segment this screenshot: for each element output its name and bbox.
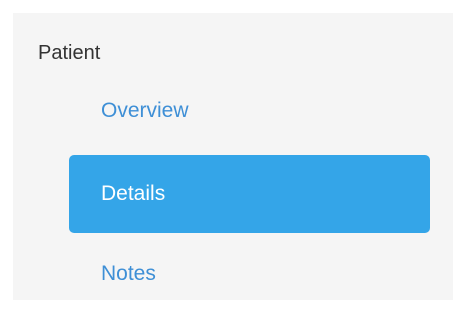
sidebar-nav: Patient Overview Details Notes (13, 13, 453, 300)
nav-item-notes[interactable]: Notes (69, 234, 430, 314)
nav-item-details[interactable]: Details (69, 155, 430, 233)
nav-item-overview[interactable]: Overview (69, 71, 430, 151)
section-heading-patient: Patient (38, 42, 101, 64)
